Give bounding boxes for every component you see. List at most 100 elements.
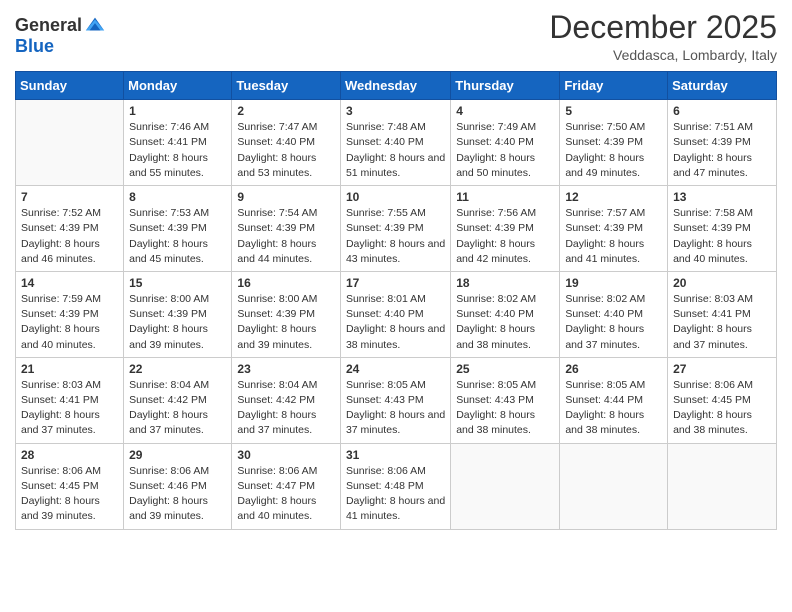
daylight: Daylight: 8 hours and 41 minutes. bbox=[346, 495, 445, 522]
daylight: Daylight: 8 hours and 47 minutes. bbox=[673, 152, 752, 179]
sunrise: Sunrise: 7:50 AM bbox=[565, 121, 645, 133]
sunrise: Sunrise: 7:47 AM bbox=[237, 121, 317, 133]
sunset: Sunset: 4:42 PM bbox=[129, 394, 207, 406]
calendar: SundayMondayTuesdayWednesdayThursdayFrid… bbox=[15, 71, 777, 529]
calendar-week-1: 1 Sunrise: 7:46 AMSunset: 4:41 PMDaylight… bbox=[16, 100, 777, 186]
sunset: Sunset: 4:45 PM bbox=[21, 480, 99, 492]
calendar-cell bbox=[668, 443, 777, 529]
day-info: Sunrise: 8:02 AMSunset: 4:40 PMDaylight:… bbox=[565, 292, 662, 353]
calendar-week-2: 7 Sunrise: 7:52 AMSunset: 4:39 PMDaylight… bbox=[16, 186, 777, 272]
day-info: Sunrise: 7:57 AMSunset: 4:39 PMDaylight:… bbox=[565, 206, 662, 267]
calendar-week-4: 21Sunrise: 8:03 AMSunset: 4:41 PMDayligh… bbox=[16, 357, 777, 443]
calendar-cell: 18Sunrise: 8:02 AMSunset: 4:40 PMDayligh… bbox=[451, 271, 560, 357]
day-number: 6 bbox=[673, 104, 771, 118]
day-info: Sunrise: 7:46 AMSunset: 4:41 PMDaylight:… bbox=[129, 120, 226, 181]
daylight: Daylight: 8 hours and 39 minutes. bbox=[237, 323, 316, 350]
sunset: Sunset: 4:39 PM bbox=[237, 308, 315, 320]
sunset: Sunset: 4:40 PM bbox=[456, 136, 534, 148]
calendar-cell: 16Sunrise: 8:00 AMSunset: 4:39 PMDayligh… bbox=[232, 271, 341, 357]
sunset: Sunset: 4:45 PM bbox=[673, 394, 751, 406]
day-info: Sunrise: 7:49 AMSunset: 4:40 PMDaylight:… bbox=[456, 120, 554, 181]
calendar-cell: 17Sunrise: 8:01 AMSunset: 4:40 PMDayligh… bbox=[340, 271, 450, 357]
sunset: Sunset: 4:39 PM bbox=[565, 222, 643, 234]
sunset: Sunset: 4:48 PM bbox=[346, 480, 424, 492]
calendar-week-3: 14Sunrise: 7:59 AMSunset: 4:39 PMDayligh… bbox=[16, 271, 777, 357]
daylight: Daylight: 8 hours and 51 minutes. bbox=[346, 152, 445, 179]
daylight: Daylight: 8 hours and 38 minutes. bbox=[565, 409, 644, 436]
sunset: Sunset: 4:39 PM bbox=[673, 222, 751, 234]
day-info: Sunrise: 7:56 AM Sunset: 4:39 PM Daylight:… bbox=[456, 206, 554, 267]
calendar-cell: 6Sunrise: 7:51 AMSunset: 4:39 PMDaylight… bbox=[668, 100, 777, 186]
daylight: Daylight: 8 hours and 45 minutes. bbox=[129, 238, 208, 265]
day-number: 8 bbox=[129, 190, 226, 204]
month-title: December 2025 bbox=[549, 10, 777, 45]
sunset: Sunset: 4:42 PM bbox=[237, 394, 315, 406]
daylight: Daylight: 8 hours and 38 minutes. bbox=[456, 409, 535, 436]
day-info: Sunrise: 8:06 AMSunset: 4:45 PMDaylight:… bbox=[673, 378, 771, 439]
sunset: Sunset: 4:41 PM bbox=[129, 136, 207, 148]
daylight: Daylight: 8 hours and 37 minutes. bbox=[129, 409, 208, 436]
day-number: 15 bbox=[129, 276, 226, 290]
day-info: Sunrise: 7:59 AMSunset: 4:39 PMDaylight:… bbox=[21, 292, 118, 353]
daylight: Daylight: 8 hours and 49 minutes. bbox=[565, 152, 644, 179]
calendar-cell: 12Sunrise: 7:57 AMSunset: 4:39 PMDayligh… bbox=[560, 186, 668, 272]
day-number: 7 bbox=[21, 190, 118, 204]
sunrise: Sunrise: 8:06 AM bbox=[21, 465, 101, 477]
weekday-header-tuesday: Tuesday bbox=[232, 72, 341, 100]
day-number: 25 bbox=[456, 362, 554, 376]
sunset: Sunset: 4:39 PM bbox=[456, 222, 534, 234]
sunrise: Sunrise: 7:49 AM bbox=[456, 121, 536, 133]
weekday-header-sunday: Sunday bbox=[16, 72, 124, 100]
sunset: Sunset: 4:39 PM bbox=[237, 222, 315, 234]
daylight: Daylight: 8 hours and 42 minutes. bbox=[456, 238, 535, 265]
logo-general: General bbox=[15, 15, 82, 36]
day-info: Sunrise: 7:58 AMSunset: 4:39 PMDaylight:… bbox=[673, 206, 771, 267]
sunset: Sunset: 4:40 PM bbox=[237, 136, 315, 148]
day-number: 12 bbox=[565, 190, 662, 204]
day-info: Sunrise: 7:55 AMSunset: 4:39 PMDaylight:… bbox=[346, 206, 445, 267]
daylight: Daylight: 8 hours and 55 minutes. bbox=[129, 152, 208, 179]
sunrise: Sunrise: 8:06 AM bbox=[129, 465, 209, 477]
day-info: Sunrise: 8:04 AMSunset: 4:42 PMDaylight:… bbox=[237, 378, 335, 439]
sunset: Sunset: 4:40 PM bbox=[456, 308, 534, 320]
day-info: Sunrise: 8:02 AMSunset: 4:40 PMDaylight:… bbox=[456, 292, 554, 353]
sunrise: Sunrise: 8:02 AM bbox=[456, 293, 536, 305]
calendar-cell: 10Sunrise: 7:55 AMSunset: 4:39 PMDayligh… bbox=[340, 186, 450, 272]
day-info: Sunrise: 8:00 AMSunset: 4:39 PMDaylight:… bbox=[129, 292, 226, 353]
calendar-cell: 21Sunrise: 8:03 AMSunset: 4:41 PMDayligh… bbox=[16, 357, 124, 443]
day-info: Sunrise: 7:52 AMSunset: 4:39 PMDaylight:… bbox=[21, 206, 118, 267]
sunrise: Sunrise: 8:06 AM bbox=[237, 465, 317, 477]
sunrise: Sunrise: 7:56 AM bbox=[456, 207, 536, 219]
page: General Blue December 2025 Veddasca, Lom… bbox=[0, 0, 792, 612]
sunrise: Sunrise: 7:57 AM bbox=[565, 207, 645, 219]
day-number: 24 bbox=[346, 362, 445, 376]
sunrise: Sunrise: 7:48 AM bbox=[346, 121, 426, 133]
day-number: 14 bbox=[21, 276, 118, 290]
day-info: Sunrise: 8:05 AMSunset: 4:44 PMDaylight:… bbox=[565, 378, 662, 439]
day-info: Sunrise: 8:03 AMSunset: 4:41 PMDaylight:… bbox=[673, 292, 771, 353]
day-number: 31 bbox=[346, 448, 445, 462]
day-number: 30 bbox=[237, 448, 335, 462]
daylight: Daylight: 8 hours and 37 minutes. bbox=[237, 409, 316, 436]
day-number: 18 bbox=[456, 276, 554, 290]
sunset: Sunset: 4:39 PM bbox=[565, 136, 643, 148]
calendar-cell: 24 Sunrise: 8:05 AMSunset: 4:43 PMDayligh… bbox=[340, 357, 450, 443]
calendar-cell bbox=[451, 443, 560, 529]
sunrise: Sunrise: 7:55 AM bbox=[346, 207, 426, 219]
day-info: Sunrise: 8:00 AMSunset: 4:39 PMDaylight:… bbox=[237, 292, 335, 353]
sunrise: Sunrise: 7:59 AM bbox=[21, 293, 101, 305]
day-number: 27 bbox=[673, 362, 771, 376]
sunrise: Sunrise: 8:03 AM bbox=[673, 293, 753, 305]
day-number: 22 bbox=[129, 362, 226, 376]
calendar-cell: 4Sunrise: 7:49 AMSunset: 4:40 PMDaylight… bbox=[451, 100, 560, 186]
logo: General Blue bbox=[15, 14, 106, 57]
day-number: 1 bbox=[129, 104, 226, 118]
sunrise: Sunrise: 8:05 AM bbox=[456, 379, 536, 391]
calendar-cell: 25Sunrise: 8:05 AMSunset: 4:43 PMDayligh… bbox=[451, 357, 560, 443]
sunrise: Sunrise: 8:00 AM bbox=[129, 293, 209, 305]
day-info: Sunrise: 8:05 AMSunset: 4:43 PMDaylight:… bbox=[346, 378, 445, 439]
calendar-cell: 30Sunrise: 8:06 AMSunset: 4:47 PMDayligh… bbox=[232, 443, 341, 529]
sunset: Sunset: 4:40 PM bbox=[346, 308, 424, 320]
calendar-cell: 9Sunrise: 7:54 AMSunset: 4:39 PMDaylight… bbox=[232, 186, 341, 272]
sunset: Sunset: 4:39 PM bbox=[673, 136, 751, 148]
